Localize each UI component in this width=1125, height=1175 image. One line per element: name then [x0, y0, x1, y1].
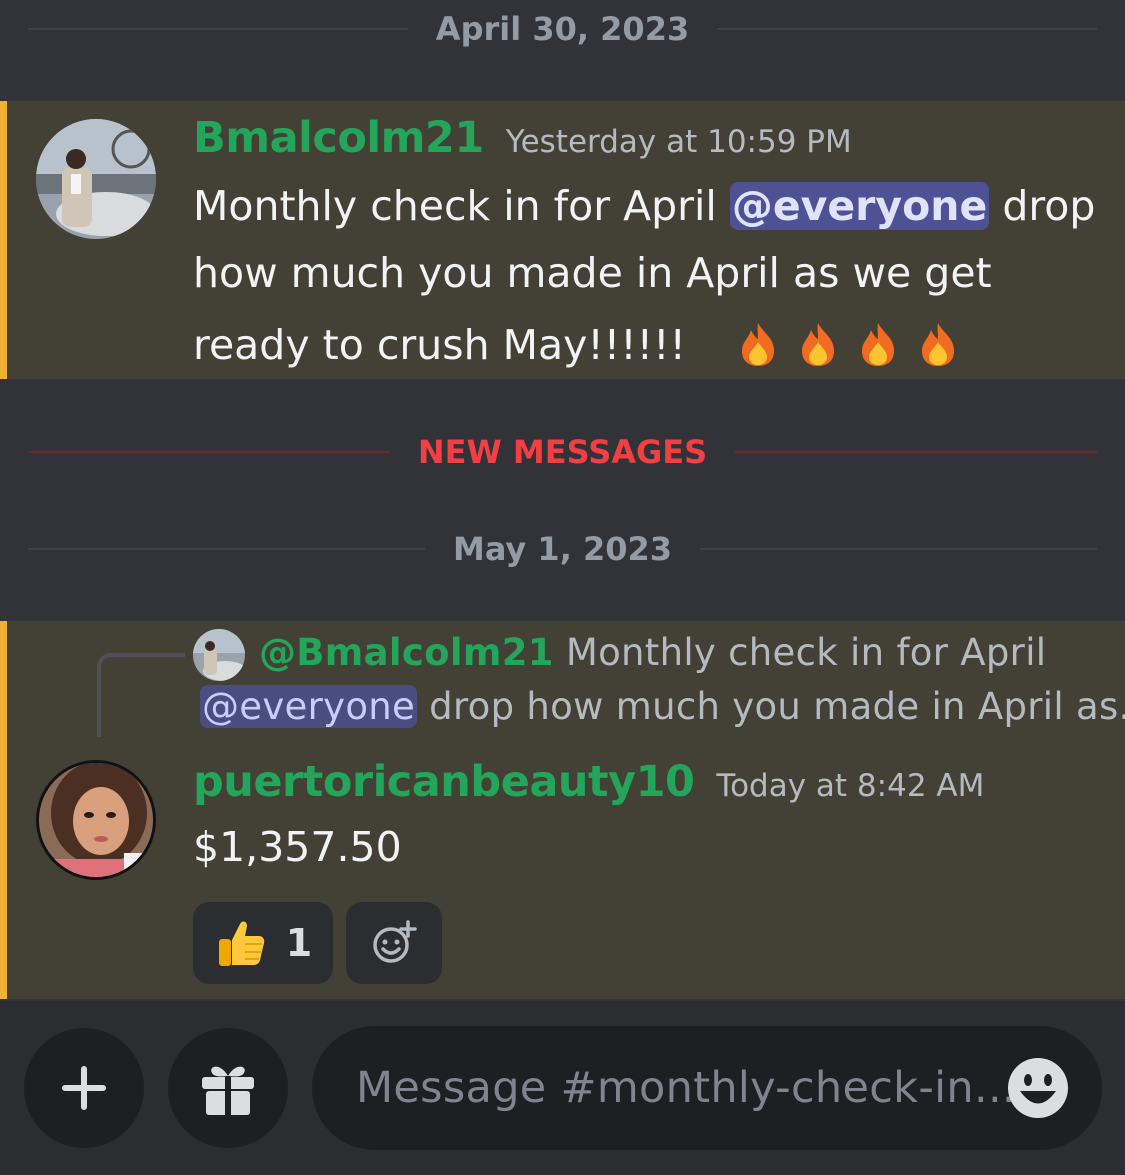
reply-text: drop how much you made in April as...: [417, 685, 1125, 728]
add-reaction-button[interactable]: [346, 902, 442, 984]
reply-preview[interactable]: @Bmalcolm21 Monthly check in for April: [259, 631, 1046, 674]
fire-emoji: [742, 323, 775, 366]
divider-line: [735, 451, 1097, 453]
divider-line: [28, 548, 425, 550]
message-input-placeholder: Message #monthly-check-in...: [356, 1063, 1016, 1113]
mention-everyone[interactable]: @everyone: [200, 685, 418, 728]
plus-icon: [62, 1066, 106, 1110]
new-messages-divider: NEW MESSAGES: [28, 430, 1097, 474]
reply-spine: [97, 653, 185, 737]
mention-everyone[interactable]: @everyone: [729, 182, 990, 230]
date-label: April 30, 2023: [435, 10, 690, 48]
username[interactable]: Bmalcolm21: [193, 113, 484, 163]
avatar[interactable]: [36, 119, 156, 239]
smiley-icon[interactable]: [1006, 1056, 1070, 1120]
message-text: Monthly check in for April: [193, 182, 730, 230]
attach-button[interactable]: [24, 1028, 144, 1148]
message-highlighted[interactable]: @Bmalcolm21 Monthly check in for April @…: [0, 621, 1125, 999]
reaction-thumbs-up[interactable]: 1: [193, 902, 333, 984]
divider-line: [700, 548, 1098, 550]
gift-button[interactable]: [168, 1028, 288, 1148]
message-highlighted[interactable]: Bmalcolm21 Yesterday at 10:59 PM Monthly…: [0, 101, 1125, 379]
add-reaction-icon: [373, 920, 417, 963]
date-divider: April 30, 2023: [28, 8, 1098, 50]
divider-line: [717, 28, 1098, 30]
fire-emoji: [802, 323, 835, 366]
message-content: $1,357.50: [193, 823, 402, 871]
message-composer-bar: Message #monthly-check-in...: [0, 1001, 1125, 1175]
date-divider: May 1, 2023: [28, 527, 1098, 571]
thumbs-up-emoji: [218, 921, 265, 966]
username[interactable]: puertoricanbeauty10: [193, 757, 695, 807]
reply-preview[interactable]: @everyone drop how much you made in Apri…: [200, 685, 1125, 728]
message-text: ready to crush May!!!!!!: [193, 321, 686, 369]
new-messages-label: NEW MESSAGES: [417, 433, 708, 471]
message-text: how much you made in April as we get: [193, 249, 992, 297]
fire-emoji: [862, 323, 895, 366]
message-content: Monthly check in for April @everyone dro…: [193, 173, 1113, 383]
fire-emoji: [922, 323, 955, 366]
reaction-count: 1: [285, 921, 313, 965]
reply-username[interactable]: @Bmalcolm21: [259, 631, 554, 674]
message-text: drop: [989, 182, 1096, 230]
message-input[interactable]: Message #monthly-check-in...: [312, 1026, 1102, 1150]
divider-line: [28, 451, 390, 453]
divider-line: [28, 28, 408, 30]
reply-text: Monthly check in for April: [565, 631, 1047, 674]
timestamp: Yesterday at 10:59 PM: [505, 124, 852, 160]
gift-icon: [202, 1066, 254, 1115]
date-label: May 1, 2023: [452, 530, 673, 568]
reply-avatar[interactable]: [193, 629, 245, 681]
timestamp: Today at 8:42 AM: [716, 768, 985, 804]
avatar[interactable]: [36, 760, 156, 880]
